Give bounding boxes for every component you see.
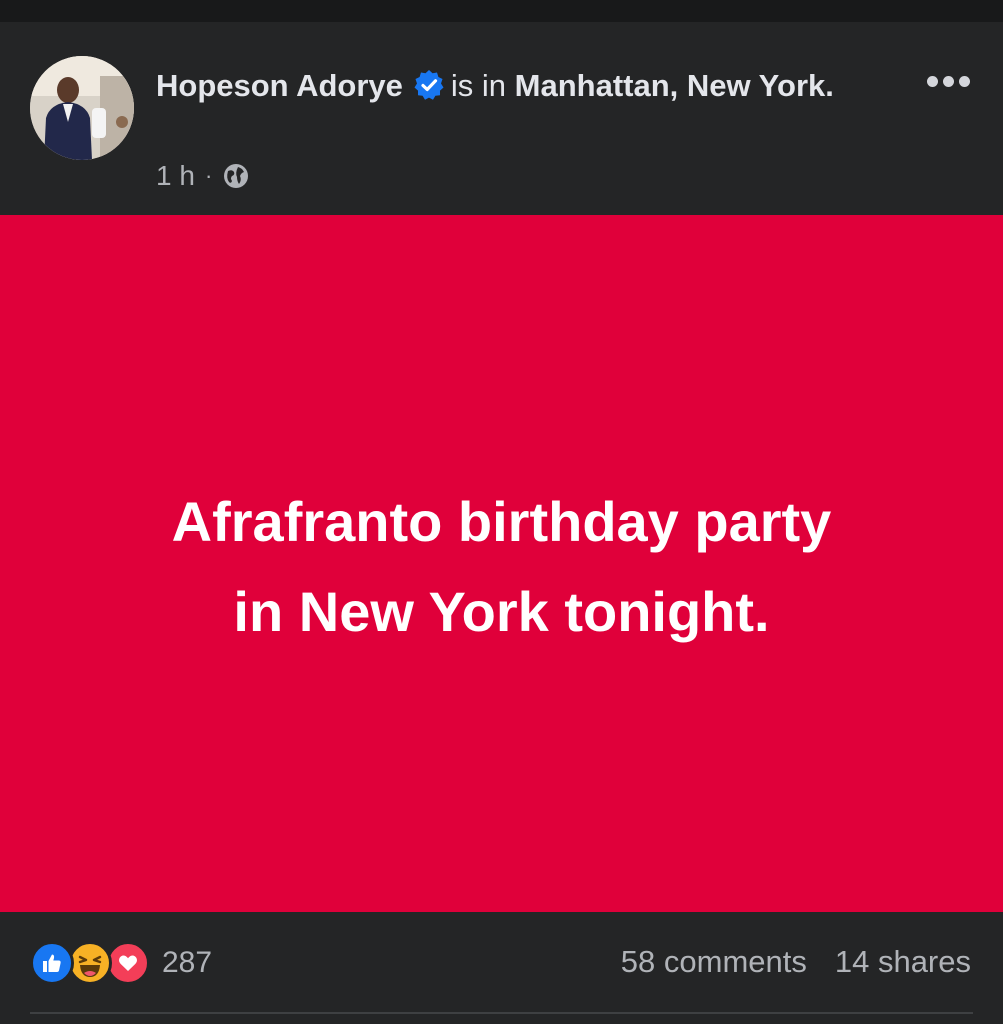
love-icon xyxy=(106,941,150,985)
meta-separator: · xyxy=(204,163,213,188)
shares-count[interactable]: 14 shares xyxy=(835,944,971,980)
engagement-stats: 58 comments 14 shares xyxy=(621,944,971,980)
post-header xyxy=(0,22,1003,215)
status-bar xyxy=(0,0,1003,22)
post-text: Afrafranto birthday party in New York to… xyxy=(171,489,832,643)
divider xyxy=(30,1012,973,1014)
dot-icon xyxy=(926,75,938,87)
is-in-label: is in xyxy=(450,68,507,103)
dot-icon xyxy=(958,75,970,87)
location-link[interactable]: Manhattan, New York. xyxy=(515,68,834,103)
haha-icon xyxy=(68,941,112,985)
post-meta: 1 h · xyxy=(156,160,250,192)
reaction-count: 287 xyxy=(162,946,213,979)
avatar-photo xyxy=(30,56,134,160)
post-title: Hopeson Adorye is in Manhattan, New York. xyxy=(156,60,856,112)
verified-badge-icon xyxy=(413,65,445,100)
comments-count[interactable]: 58 comments xyxy=(621,944,807,980)
post-time[interactable]: 1 h xyxy=(156,160,195,192)
globe-icon[interactable] xyxy=(222,162,250,190)
like-icon xyxy=(30,941,74,985)
more-options-icon[interactable] xyxy=(920,66,976,96)
author-name[interactable]: Hopeson Adorye xyxy=(156,68,403,103)
text-post-background[interactable]: Afrafranto birthday party in New York to… xyxy=(0,215,1003,912)
reactions-summary[interactable]: 287 xyxy=(30,940,212,986)
dot-icon xyxy=(942,75,954,87)
avatar[interactable] xyxy=(30,56,134,160)
